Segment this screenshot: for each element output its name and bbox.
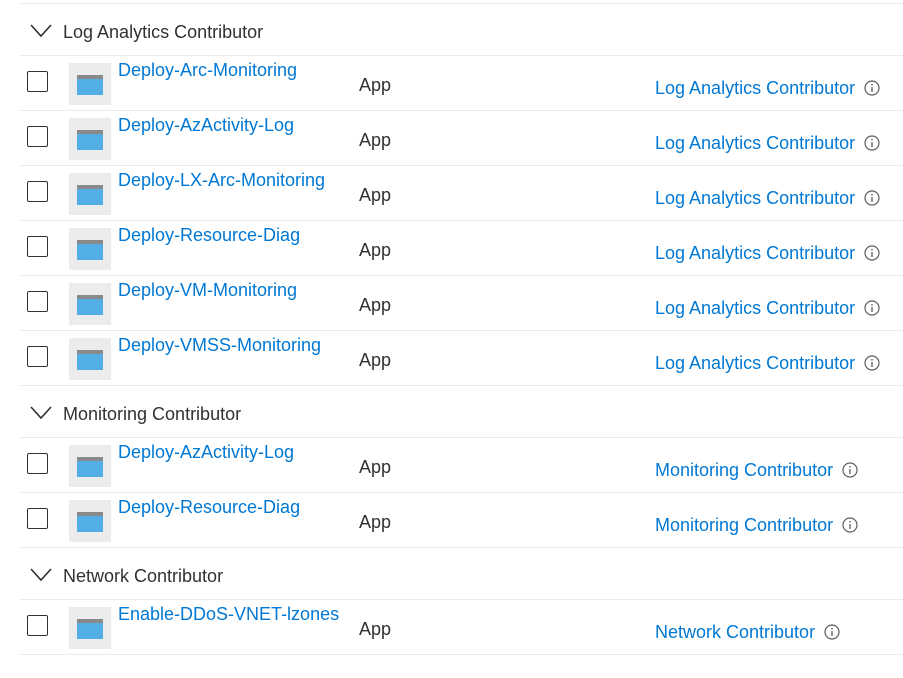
row-checkbox[interactable] xyxy=(27,346,48,367)
app-window-icon xyxy=(69,500,111,542)
role-cell: Log Analytics Contributor xyxy=(655,353,880,374)
group-header[interactable]: Network Contributor xyxy=(20,548,903,600)
role-cell: Log Analytics Contributor xyxy=(655,78,880,99)
row-checkbox[interactable] xyxy=(27,236,48,257)
chevron-down-icon[interactable] xyxy=(30,24,52,38)
group-header[interactable]: Log Analytics Contributor xyxy=(20,4,903,56)
info-icon[interactable] xyxy=(864,80,880,96)
app-window-icon xyxy=(69,118,111,160)
row-checkbox[interactable] xyxy=(27,181,48,202)
app-window-icon xyxy=(69,283,111,325)
row-checkbox[interactable] xyxy=(27,453,48,474)
type-text: App xyxy=(359,457,392,477)
role-link[interactable]: Log Analytics Contributor xyxy=(655,78,855,98)
role-assignment-list: Log Analytics Contributor Deploy-Arc-Mon… xyxy=(20,0,903,655)
group-title: Log Analytics Contributor xyxy=(63,22,264,42)
row-checkbox[interactable] xyxy=(27,508,48,529)
group-title: Network Contributor xyxy=(63,566,224,586)
app-window-icon xyxy=(69,63,111,105)
info-icon[interactable] xyxy=(864,245,880,261)
role-link[interactable]: Network Contributor xyxy=(655,622,815,642)
table-row: Deploy-AzActivity-Log App Monitoring Con… xyxy=(20,438,903,493)
chevron-down-icon[interactable] xyxy=(30,406,52,420)
app-name-link[interactable]: Enable-DDoS-VNET-lzones xyxy=(118,604,339,625)
app-window-icon xyxy=(69,445,111,487)
info-icon[interactable] xyxy=(824,624,840,640)
role-cell: Network Contributor xyxy=(655,622,840,643)
type-text: App xyxy=(359,350,392,370)
type-text: App xyxy=(359,185,392,205)
type-text: App xyxy=(359,619,392,639)
app-window-icon xyxy=(69,338,111,380)
row-checkbox[interactable] xyxy=(27,126,48,147)
app-name-link[interactable]: Deploy-AzActivity-Log xyxy=(118,442,294,463)
role-link[interactable]: Log Analytics Contributor xyxy=(655,353,855,373)
group-title: Monitoring Contributor xyxy=(63,404,242,424)
row-checkbox[interactable] xyxy=(27,291,48,312)
role-cell: Monitoring Contributor xyxy=(655,460,858,481)
table-row: Enable-DDoS-VNET-lzones App Network Cont… xyxy=(20,600,903,655)
app-window-icon xyxy=(69,607,111,649)
table-row: Deploy-Resource-Diag App Log Analytics C… xyxy=(20,221,903,276)
role-cell: Log Analytics Contributor xyxy=(655,133,880,154)
type-text: App xyxy=(359,75,392,95)
role-link[interactable]: Log Analytics Contributor xyxy=(655,243,855,263)
table-row: Deploy-VM-Monitoring App Log Analytics C… xyxy=(20,276,903,331)
app-name-link[interactable]: Deploy-Resource-Diag xyxy=(118,225,300,246)
type-text: App xyxy=(359,512,392,532)
type-text: App xyxy=(359,130,392,150)
row-checkbox[interactable] xyxy=(27,71,48,92)
group-header[interactable]: Monitoring Contributor xyxy=(20,386,903,438)
role-link[interactable]: Log Analytics Contributor xyxy=(655,188,855,208)
table-row: Deploy-Resource-Diag App Monitoring Cont… xyxy=(20,493,903,548)
role-cell: Log Analytics Contributor xyxy=(655,298,880,319)
app-name-link[interactable]: Deploy-LX-Arc-Monitoring xyxy=(118,170,325,191)
table-row: Deploy-Arc-Monitoring App Log Analytics … xyxy=(20,56,903,111)
app-window-icon xyxy=(69,173,111,215)
app-name-link[interactable]: Deploy-VM-Monitoring xyxy=(118,280,297,301)
app-name-link[interactable]: Deploy-Arc-Monitoring xyxy=(118,60,297,81)
app-window-icon xyxy=(69,228,111,270)
info-icon[interactable] xyxy=(864,190,880,206)
info-icon[interactable] xyxy=(864,355,880,371)
table-row: Deploy-LX-Arc-Monitoring App Log Analyti… xyxy=(20,166,903,221)
app-name-link[interactable]: Deploy-Resource-Diag xyxy=(118,497,300,518)
table-row: Deploy-AzActivity-Log App Log Analytics … xyxy=(20,111,903,166)
app-name-link[interactable]: Deploy-VMSS-Monitoring xyxy=(118,335,321,356)
role-cell: Monitoring Contributor xyxy=(655,515,858,536)
role-link[interactable]: Monitoring Contributor xyxy=(655,515,833,535)
row-checkbox[interactable] xyxy=(27,615,48,636)
type-text: App xyxy=(359,295,392,315)
type-text: App xyxy=(359,240,392,260)
info-icon[interactable] xyxy=(864,135,880,151)
role-cell: Log Analytics Contributor xyxy=(655,243,880,264)
table-row: Deploy-VMSS-Monitoring App Log Analytics… xyxy=(20,331,903,386)
info-icon[interactable] xyxy=(842,517,858,533)
role-cell: Log Analytics Contributor xyxy=(655,188,880,209)
role-link[interactable]: Monitoring Contributor xyxy=(655,460,833,480)
role-link[interactable]: Log Analytics Contributor xyxy=(655,298,855,318)
role-link[interactable]: Log Analytics Contributor xyxy=(655,133,855,153)
chevron-down-icon[interactable] xyxy=(30,568,52,582)
app-name-link[interactable]: Deploy-AzActivity-Log xyxy=(118,115,294,136)
info-icon[interactable] xyxy=(864,300,880,316)
info-icon[interactable] xyxy=(842,462,858,478)
